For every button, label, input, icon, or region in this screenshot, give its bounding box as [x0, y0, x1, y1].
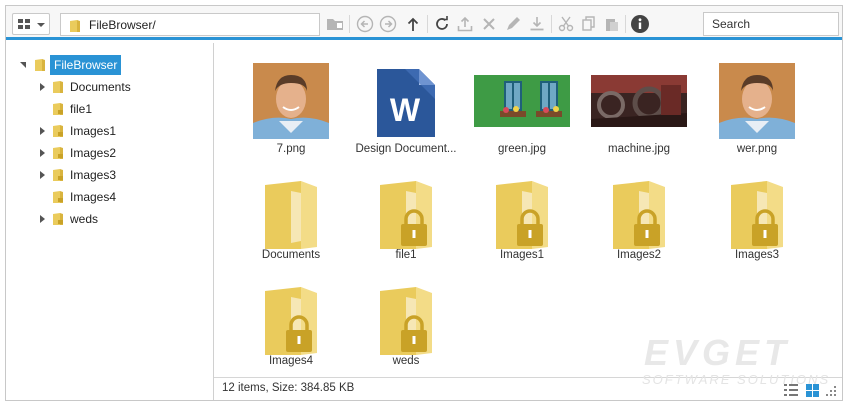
folder-icon: [35, 59, 45, 71]
upload-icon[interactable]: [454, 13, 476, 35]
chevron-down-icon: [37, 23, 45, 27]
cut-icon[interactable]: [555, 13, 577, 35]
expand-arrow-icon[interactable]: [38, 143, 48, 163]
locked-folder-item[interactable]: Images1: [463, 149, 581, 261]
locked-folder-icon: [53, 125, 63, 137]
locked-folder-icon: [380, 181, 432, 249]
back-icon[interactable]: [354, 13, 376, 35]
locked-folder-icon: [380, 287, 432, 355]
image-thumbnail: [474, 75, 570, 127]
tree-item-weds[interactable]: weds: [38, 209, 208, 229]
tree-item-documents[interactable]: Documents: [38, 77, 208, 97]
folder-name: Images3: [734, 249, 780, 261]
locked-folder-icon: [731, 181, 783, 249]
resize-grip-icon[interactable]: [826, 386, 836, 396]
locked-folder-item[interactable]: weds: [347, 255, 465, 367]
locked-folder-icon: [265, 287, 317, 355]
folder-name: Images1: [499, 249, 545, 261]
locked-folder-icon: [53, 169, 63, 181]
delete-icon[interactable]: [478, 13, 500, 35]
tree-item-label: FileBrowser: [50, 55, 122, 75]
expand-arrow-icon[interactable]: [38, 77, 48, 97]
expand-arrow-icon[interactable]: [38, 121, 48, 141]
locked-folder-icon: [53, 147, 63, 159]
list-view-icon[interactable]: [784, 384, 798, 396]
file-item[interactable]: green.jpg: [463, 43, 581, 155]
folder-name: Images2: [616, 249, 662, 261]
folder-tree: FileBrowser Documents file1 Images1 Imag…: [6, 43, 214, 400]
view-grid-icon: [18, 19, 30, 29]
new-folder-icon[interactable]: [324, 13, 346, 35]
locked-folder-item[interactable]: file1: [347, 149, 465, 261]
tree-item-label: Images3: [70, 168, 117, 182]
locked-folder-icon: [53, 213, 63, 225]
info-icon[interactable]: [629, 13, 651, 35]
tree-item-label: file1: [70, 102, 93, 116]
tree-item-label: weds: [70, 212, 99, 226]
path-bar[interactable]: FileBrowser/: [60, 13, 320, 36]
image-thumbnail: [253, 63, 329, 139]
locked-folder-icon: [53, 103, 63, 115]
file-item[interactable]: machine.jpg: [580, 43, 698, 155]
status-bar: 12 items, Size: 384.85 KB: [214, 377, 842, 400]
refresh-icon[interactable]: [431, 13, 453, 35]
folder-name: Images4: [268, 355, 314, 367]
folder-item[interactable]: Documents: [232, 149, 350, 261]
grid-view-icon[interactable]: [806, 384, 819, 397]
tree-item-label: Documents: [70, 80, 131, 94]
svg-text:W: W: [390, 92, 421, 128]
file-browser: FileBrowser/ Search FileBrowser Document…: [5, 5, 843, 401]
expand-arrow-icon[interactable]: [38, 209, 48, 229]
locked-folder-item[interactable]: Images3: [698, 149, 816, 261]
tree-item-images3[interactable]: Images3: [38, 165, 208, 185]
tree-item-label: Images4: [70, 190, 117, 204]
folder-icon: [265, 181, 317, 249]
word-document-icon: W: [377, 69, 435, 137]
search-input[interactable]: [703, 12, 839, 36]
locked-folder-item[interactable]: Images4: [232, 255, 350, 367]
status-info: 12 items, Size: 384.85 KB: [222, 382, 355, 394]
tree-item-images1[interactable]: Images1: [38, 121, 208, 141]
image-thumbnail: [719, 63, 795, 139]
file-item[interactable]: 7.png: [232, 43, 350, 155]
image-thumbnail: [591, 75, 687, 127]
locked-folder-item[interactable]: Images2: [580, 149, 698, 261]
tree-item-root[interactable]: FileBrowser: [20, 55, 210, 75]
file-item[interactable]: W Design Document...: [347, 43, 465, 155]
folder-name: weds: [392, 355, 420, 367]
tree-item-label: Images2: [70, 146, 117, 160]
expand-arrow-icon[interactable]: [38, 165, 48, 185]
tree-item-label: Images1: [70, 124, 117, 138]
paste-icon[interactable]: [601, 13, 623, 35]
locked-folder-icon: [496, 181, 548, 249]
path-text: FileBrowser/: [89, 18, 156, 32]
forward-icon[interactable]: [377, 13, 399, 35]
collapse-arrow-icon[interactable]: [20, 55, 30, 75]
up-icon[interactable]: [402, 13, 424, 35]
folder-icon: [53, 81, 63, 93]
rename-icon[interactable]: [502, 13, 524, 35]
view-mode-button[interactable]: [12, 13, 50, 35]
folder-icon: [70, 20, 80, 32]
tree-item-file1[interactable]: file1: [38, 99, 208, 119]
tree-item-images2[interactable]: Images2: [38, 143, 208, 163]
toolbar: FileBrowser/: [6, 6, 842, 40]
copy-icon[interactable]: [578, 13, 600, 35]
file-item[interactable]: wer.png: [698, 43, 816, 155]
tree-item-images4[interactable]: Images4: [38, 187, 208, 207]
locked-folder-icon: [53, 191, 63, 203]
file-grid: 7.png W Design Document... green.jpg mac…: [214, 43, 842, 377]
download-icon[interactable]: [526, 13, 548, 35]
locked-folder-icon: [613, 181, 665, 249]
